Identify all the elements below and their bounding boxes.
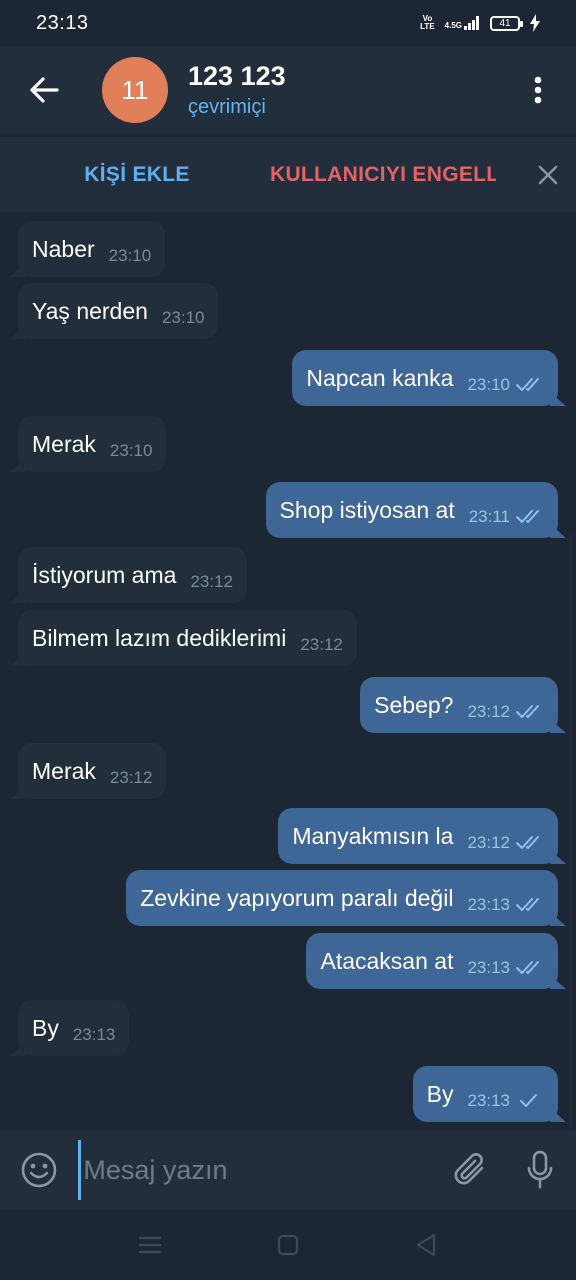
status-bar: 23:13 Vo LTE 4.5G 41	[0, 0, 576, 46]
message-bubble-incoming[interactable]: İstiyorum ama 23:12	[18, 547, 247, 603]
message-text: Atacaksan at	[320, 947, 454, 974]
double-check-icon	[516, 835, 544, 851]
message-text: Merak	[32, 757, 96, 784]
triangle-back-icon	[416, 1233, 436, 1257]
volte-icon: Vo LTE	[420, 14, 435, 31]
double-check-icon	[516, 960, 544, 976]
message-bubble-outgoing[interactable]: By 23:13	[412, 1066, 558, 1122]
message-text: İstiyorum ama	[32, 561, 177, 588]
recents-button[interactable]	[135, 1230, 165, 1260]
message-text: Yaş nerden	[32, 297, 148, 324]
message-time: 23:11	[468, 507, 510, 526]
message-text: Merak	[32, 430, 96, 457]
message-bubble-incoming[interactable]: By 23:13	[18, 1000, 130, 1056]
home-button[interactable]	[273, 1230, 303, 1260]
message-time: 23:13	[467, 895, 510, 914]
paperclip-icon	[454, 1153, 484, 1185]
system-navigation-bar	[0, 1210, 576, 1280]
message-text: Napcan kanka	[306, 364, 454, 391]
message-time: 23:12	[467, 702, 510, 721]
message-bubble-outgoing[interactable]: Zevkine yapıyorum paralı değil 23:13	[126, 870, 558, 926]
message-time: 23:12	[300, 635, 343, 654]
message-bubble-incoming[interactable]: Naber 23:10	[18, 221, 166, 277]
block-user-button[interactable]: KULLANICIYI ENGELLE	[270, 163, 496, 187]
smile-icon	[21, 1152, 57, 1188]
chat-status: çevrimiçi	[188, 96, 266, 118]
chat-title: 123 123	[188, 61, 286, 91]
status-time: 23:13	[36, 11, 89, 34]
message-text: Naber	[32, 235, 95, 262]
message-text: Bilmem lazım dediklerimi	[32, 624, 287, 651]
message-time: 23:12	[467, 833, 510, 852]
message-time: 23:13	[72, 1025, 116, 1044]
message-bubble-outgoing[interactable]: Shop istiyosan at 23:11	[265, 482, 558, 538]
message-bubble-outgoing[interactable]: Sebep? 23:12	[360, 677, 558, 733]
message-bubble-outgoing[interactable]: Atacaksan at 23:13	[306, 933, 558, 989]
chat-title-block[interactable]: 123 123 çevrimiçi	[188, 61, 286, 119]
message-time: 23:10	[108, 246, 152, 265]
check-icon	[516, 1093, 544, 1109]
message-bubble-incoming[interactable]: Merak 23:12	[18, 743, 167, 799]
message-bubble-incoming[interactable]: Merak 23:10	[18, 416, 167, 472]
message-text: Zevkine yapıyorum paralı değil	[140, 884, 454, 911]
message-composer	[0, 1130, 576, 1210]
message-text: By	[32, 1014, 59, 1041]
double-check-icon	[516, 897, 544, 913]
message-text: By	[426, 1080, 454, 1107]
add-contact-button[interactable]: KİŞİ EKLE	[0, 163, 274, 187]
message-bubble-outgoing[interactable]: Manyakmısın la 23:12	[278, 808, 558, 864]
message-time: 23:13	[467, 958, 510, 977]
message-time: 23:13	[467, 1091, 510, 1110]
close-action-bar-button[interactable]	[520, 137, 576, 213]
double-check-icon	[516, 509, 544, 525]
message-time: 23:12	[109, 768, 153, 787]
message-time: 23:10	[109, 441, 153, 460]
emoji-button[interactable]	[0, 1130, 78, 1210]
contact-action-bar: KİŞİ EKLE KULLANICIYI ENGELLE	[0, 136, 576, 212]
avatar[interactable]: 11	[102, 57, 168, 123]
chat-header: 11 123 123 çevrimiçi	[0, 46, 576, 134]
message-text: Manyakmısın la	[292, 822, 454, 849]
double-check-icon	[516, 377, 544, 393]
back-button[interactable]	[0, 46, 88, 134]
battery-icon: 41	[490, 15, 523, 31]
microphone-icon	[527, 1150, 552, 1189]
message-time: 23:12	[190, 572, 233, 591]
message-bubble-incoming[interactable]: Yaş nerden 23:10	[18, 283, 219, 339]
more-menu-button[interactable]	[500, 46, 576, 134]
more-vertical-icon	[534, 76, 542, 104]
charging-icon	[530, 14, 540, 32]
message-text: Sebep?	[374, 691, 454, 718]
square-icon	[277, 1234, 299, 1256]
message-time: 23:10	[161, 308, 205, 327]
message-bubble-incoming[interactable]: Bilmem lazım dediklerimi 23:12	[18, 610, 357, 666]
message-list[interactable]: Naber 23:10 Yaş nerden 23:10 Napcan kank…	[0, 212, 576, 1280]
status-icons: Vo LTE 4.5G 41	[420, 14, 540, 32]
system-back-button[interactable]	[411, 1230, 441, 1260]
attach-button[interactable]	[437, 1130, 503, 1210]
close-icon	[538, 165, 558, 184]
message-time: 23:10	[467, 375, 510, 394]
signal-icon: 4.5G	[445, 16, 480, 30]
microphone-button[interactable]	[503, 1130, 576, 1210]
message-bubble-outgoing[interactable]: Napcan kanka 23:10	[292, 350, 558, 406]
arrow-left-icon	[30, 77, 59, 103]
message-input[interactable]	[78, 1140, 438, 1200]
message-text: Shop istiyosan at	[279, 496, 455, 523]
telegram-chat-screen: 23:13 Vo LTE 4.5G 41 11 123 123 çevrimiç…	[0, 0, 576, 1280]
double-check-icon	[516, 704, 544, 720]
menu-lines-icon	[139, 1236, 161, 1254]
